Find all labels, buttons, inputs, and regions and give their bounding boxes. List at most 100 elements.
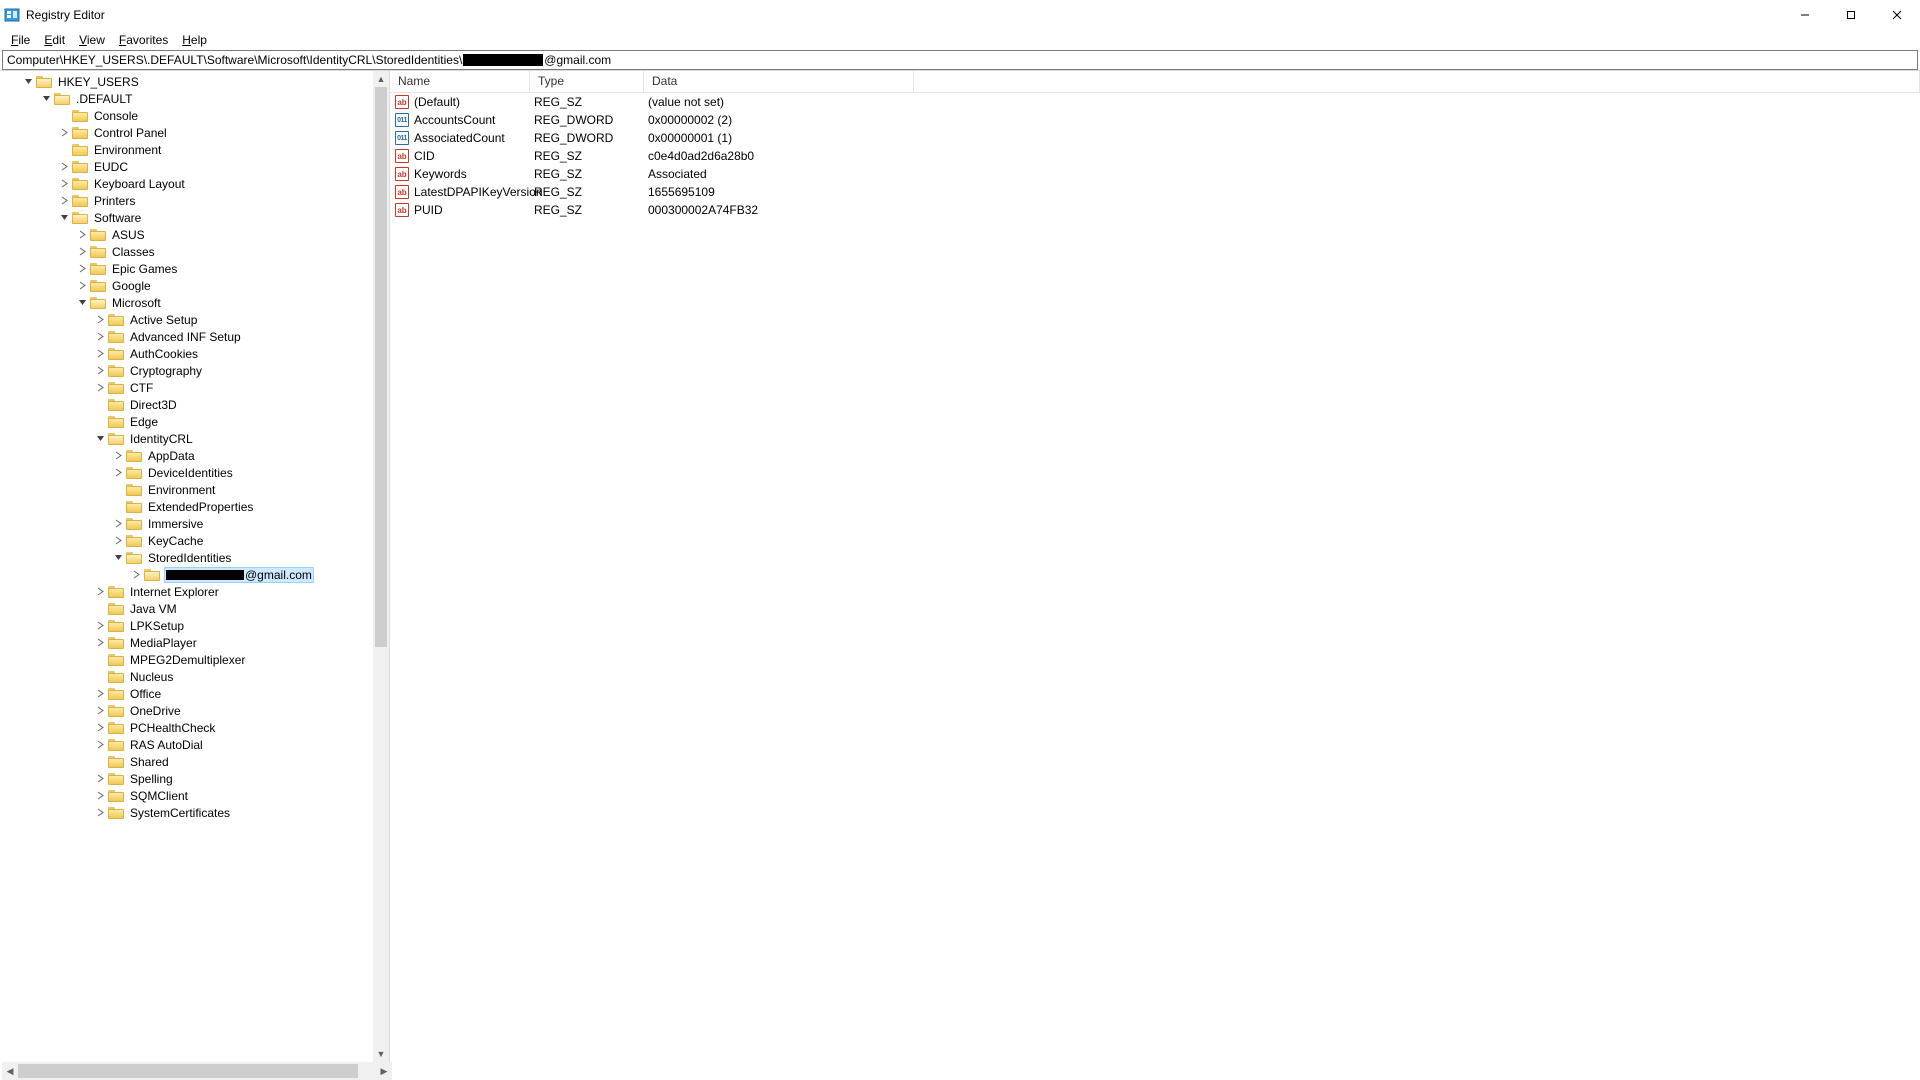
scroll-track[interactable] bbox=[373, 87, 389, 1046]
value-row[interactable]: (Default)REG_SZ(value not set) bbox=[390, 93, 1920, 111]
value-row[interactable]: CIDREG_SZc0e4d0ad2d6a28b0 bbox=[390, 147, 1920, 165]
tree-node-advanced-inf-setup[interactable]: Advanced INF Setup bbox=[4, 328, 373, 345]
tree-node-cryptography[interactable]: Cryptography bbox=[4, 362, 373, 379]
tree-node-email-account[interactable]: @gmail.com bbox=[4, 566, 373, 583]
tree-node-java-vm[interactable]: Java VM bbox=[4, 600, 373, 617]
chevron-right-icon[interactable] bbox=[94, 790, 106, 802]
registry-tree[interactable]: HKEY_USERS .DEFAULT Console Control Pane… bbox=[0, 71, 373, 823]
chevron-right-icon[interactable] bbox=[94, 620, 106, 632]
scroll-left-arrow-icon[interactable]: ◀ bbox=[2, 1062, 18, 1080]
tree-node-immersive[interactable]: Immersive bbox=[4, 515, 373, 532]
value-row[interactable]: PUIDREG_SZ000300002A74FB32 bbox=[390, 201, 1920, 219]
chevron-right-icon[interactable] bbox=[94, 348, 106, 360]
chevron-right-icon[interactable] bbox=[94, 722, 106, 734]
tree-node-classes[interactable]: Classes bbox=[4, 243, 373, 260]
chevron-right-icon[interactable] bbox=[130, 569, 142, 581]
value-row[interactable]: KeywordsREG_SZAssociated bbox=[390, 165, 1920, 183]
tree-node-lpksetup[interactable]: LPKSetup bbox=[4, 617, 373, 634]
tree-node-direct3d[interactable]: Direct3D bbox=[4, 396, 373, 413]
tree-node-office[interactable]: Office bbox=[4, 685, 373, 702]
tree-node-eudc[interactable]: EUDC bbox=[4, 158, 373, 175]
chevron-right-icon[interactable] bbox=[58, 127, 70, 139]
tree-node-spelling[interactable]: Spelling bbox=[4, 770, 373, 787]
tree-node-extendedproperties[interactable]: ExtendedProperties bbox=[4, 498, 373, 515]
tree-node-active-setup[interactable]: Active Setup bbox=[4, 311, 373, 328]
chevron-right-icon[interactable] bbox=[76, 229, 88, 241]
tree-node-ctf[interactable]: CTF bbox=[4, 379, 373, 396]
chevron-down-icon[interactable] bbox=[22, 76, 34, 88]
tree-node-identitycrl[interactable]: IdentityCRL bbox=[4, 430, 373, 447]
value-list[interactable]: (Default)REG_SZ(value not set)AccountsCo… bbox=[390, 93, 1920, 1062]
chevron-right-icon[interactable] bbox=[94, 807, 106, 819]
tree-node-printers[interactable]: Printers bbox=[4, 192, 373, 209]
tree-node-authcookies[interactable]: AuthCookies bbox=[4, 345, 373, 362]
tree-node-environment-2[interactable]: Environment bbox=[4, 481, 373, 498]
chevron-right-icon[interactable] bbox=[112, 467, 124, 479]
chevron-down-icon[interactable] bbox=[94, 433, 106, 445]
menu-edit[interactable]: Edit bbox=[37, 31, 72, 49]
chevron-right-icon[interactable] bbox=[94, 739, 106, 751]
scroll-up-arrow-icon[interactable]: ▲ bbox=[373, 71, 389, 87]
tree-node-ras-autodial[interactable]: RAS AutoDial bbox=[4, 736, 373, 753]
chevron-right-icon[interactable] bbox=[58, 161, 70, 173]
scroll-right-arrow-icon[interactable]: ▶ bbox=[376, 1062, 392, 1080]
minimize-button[interactable] bbox=[1782, 0, 1828, 30]
tree-node-hkey-users[interactable]: HKEY_USERS bbox=[4, 73, 373, 90]
scroll-down-arrow-icon[interactable]: ▼ bbox=[373, 1046, 389, 1062]
menu-file[interactable]: File bbox=[4, 31, 37, 49]
chevron-right-icon[interactable] bbox=[76, 263, 88, 275]
horizontal-scrollbar[interactable]: ◀ ▶ bbox=[2, 1062, 1918, 1080]
menu-favorites[interactable]: Favorites bbox=[112, 31, 175, 49]
tree-node-mpeg2demultiplexer[interactable]: MPEG2Demultiplexer bbox=[4, 651, 373, 668]
chevron-right-icon[interactable] bbox=[94, 688, 106, 700]
tree-node-keycache[interactable]: KeyCache bbox=[4, 532, 373, 549]
chevron-right-icon[interactable] bbox=[94, 637, 106, 649]
menu-help[interactable]: Help bbox=[175, 31, 214, 49]
column-header-name[interactable]: Name bbox=[390, 71, 530, 92]
chevron-right-icon[interactable] bbox=[94, 586, 106, 598]
tree-node-sqmclient[interactable]: SQMClient bbox=[4, 787, 373, 804]
tree-node-environment[interactable]: Environment bbox=[4, 141, 373, 158]
chevron-right-icon[interactable] bbox=[94, 705, 106, 717]
tree-node-pchealthcheck[interactable]: PCHealthCheck bbox=[4, 719, 373, 736]
chevron-right-icon[interactable] bbox=[112, 450, 124, 462]
tree-node-systemcertificates[interactable]: SystemCertificates bbox=[4, 804, 373, 821]
maximize-button[interactable] bbox=[1828, 0, 1874, 30]
tree-node-control-panel[interactable]: Control Panel bbox=[4, 124, 373, 141]
chevron-right-icon[interactable] bbox=[94, 365, 106, 377]
close-button[interactable] bbox=[1874, 0, 1920, 30]
chevron-down-icon[interactable] bbox=[58, 212, 70, 224]
tree-node-default[interactable]: .DEFAULT bbox=[4, 90, 373, 107]
column-header-data[interactable]: Data bbox=[644, 71, 914, 92]
tree-node-nucleus[interactable]: Nucleus bbox=[4, 668, 373, 685]
tree-node-microsoft[interactable]: Microsoft bbox=[4, 294, 373, 311]
tree-node-appdata[interactable]: AppData bbox=[4, 447, 373, 464]
chevron-right-icon[interactable] bbox=[94, 314, 106, 326]
tree-node-console[interactable]: Console bbox=[4, 107, 373, 124]
value-row[interactable]: AccountsCountREG_DWORD0x00000002 (2) bbox=[390, 111, 1920, 129]
chevron-right-icon[interactable] bbox=[58, 195, 70, 207]
menu-view[interactable]: View bbox=[72, 31, 112, 49]
chevron-right-icon[interactable] bbox=[76, 280, 88, 292]
tree-node-keyboard-layout[interactable]: Keyboard Layout bbox=[4, 175, 373, 192]
tree-vertical-scrollbar[interactable]: ▲ ▼ bbox=[373, 71, 389, 1062]
hscroll-track[interactable] bbox=[18, 1062, 376, 1080]
hscroll-thumb[interactable] bbox=[18, 1064, 358, 1078]
tree-node-onedrive[interactable]: OneDrive bbox=[4, 702, 373, 719]
tree-node-shared[interactable]: Shared bbox=[4, 753, 373, 770]
column-header-type[interactable]: Type bbox=[530, 71, 644, 92]
chevron-right-icon[interactable] bbox=[112, 535, 124, 547]
scroll-thumb[interactable] bbox=[375, 87, 387, 647]
chevron-right-icon[interactable] bbox=[58, 178, 70, 190]
address-bar[interactable]: Computer\HKEY_USERS\.DEFAULT\Software\Mi… bbox=[2, 50, 1918, 70]
chevron-right-icon[interactable] bbox=[112, 518, 124, 530]
chevron-right-icon[interactable] bbox=[94, 382, 106, 394]
tree-node-storedidentities[interactable]: StoredIdentities bbox=[4, 549, 373, 566]
tree-node-edge[interactable]: Edge bbox=[4, 413, 373, 430]
value-row[interactable]: LatestDPAPIKeyVersionREG_SZ1655695109 bbox=[390, 183, 1920, 201]
tree-node-google[interactable]: Google bbox=[4, 277, 373, 294]
tree-node-mediaplayer[interactable]: MediaPlayer bbox=[4, 634, 373, 651]
tree-node-software[interactable]: Software bbox=[4, 209, 373, 226]
chevron-right-icon[interactable] bbox=[76, 246, 88, 258]
chevron-right-icon[interactable] bbox=[94, 331, 106, 343]
